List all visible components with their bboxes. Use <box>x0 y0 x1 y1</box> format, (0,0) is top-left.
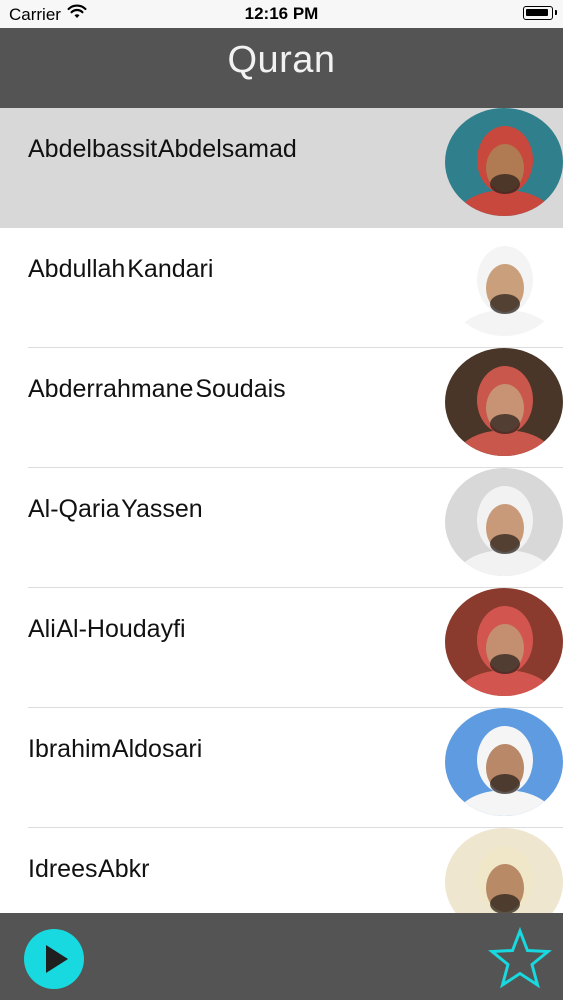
status-time: 12:16 PM <box>244 4 319 23</box>
reciter-name: Ibrahim Aldosari <box>28 735 203 763</box>
list-item[interactable]: Abderrahmane Soudais <box>0 348 563 468</box>
reciter-name: Al-Qaria Yassen <box>28 495 203 523</box>
avatar <box>445 228 563 336</box>
page-title: Quran <box>227 39 336 81</box>
reciter-name: Abdullah Kandari <box>28 255 214 283</box>
avatar <box>445 588 563 696</box>
avatar <box>445 108 563 216</box>
navigation-bar: Quran <box>0 28 563 108</box>
list-item[interactable]: Al-Qaria Yassen <box>0 468 563 588</box>
favorites-button[interactable] <box>487 926 553 989</box>
list-item[interactable]: Ali Al-Houdayfi <box>0 588 563 708</box>
bottom-toolbar <box>0 913 563 1000</box>
list-item[interactable]: Ibrahim Aldosari <box>0 708 563 828</box>
app-screen: Carrier 12:16 PM Quran Abdelbassit Abdel… <box>0 0 563 1000</box>
avatar <box>445 828 563 913</box>
battery-icon <box>523 6 557 20</box>
avatar <box>445 348 563 456</box>
list-item[interactable]: Abdullah Kandari <box>0 228 563 348</box>
reciter-name: Ali Al-Houdayfi <box>28 615 186 643</box>
star-icon <box>488 926 552 989</box>
list-item[interactable]: Idrees Abkr <box>0 828 563 913</box>
status-bar: Carrier 12:16 PM <box>0 0 563 28</box>
reciter-name: Idrees Abkr <box>28 855 150 883</box>
play-icon <box>46 945 68 973</box>
play-button[interactable] <box>24 929 84 989</box>
avatar <box>445 468 563 576</box>
avatar <box>445 708 563 816</box>
reciter-name: Abderrahmane Soudais <box>28 375 286 403</box>
list-item[interactable]: Abdelbassit Abdelsamad <box>0 108 563 228</box>
reciter-list[interactable]: Abdelbassit Abdelsamad Abdullah Kandari Ab… <box>0 108 563 913</box>
reciter-name: Abdelbassit Abdelsamad <box>28 135 297 163</box>
